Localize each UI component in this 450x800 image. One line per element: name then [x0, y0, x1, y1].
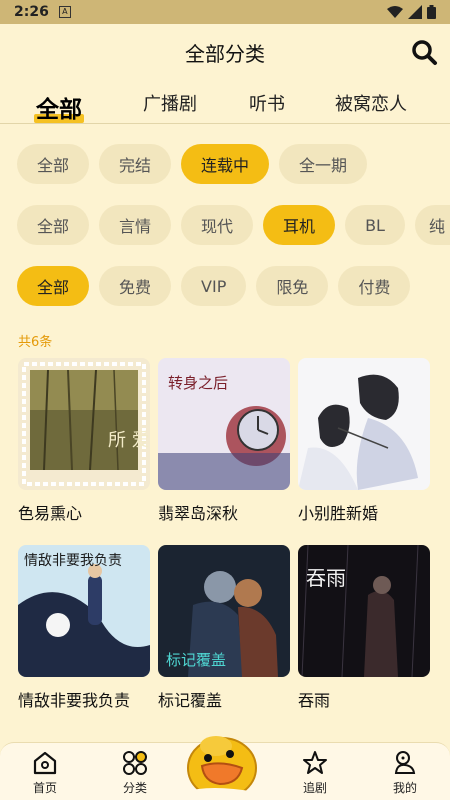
status-time: 2:26 [14, 4, 49, 20]
signal-icon [408, 5, 422, 19]
nav-home[interactable]: 首页 [15, 749, 75, 796]
result-count: 共6条 [18, 335, 53, 350]
nav-profile-label: 我的 [392, 781, 417, 795]
filter-status-single[interactable]: 全一期 [279, 144, 368, 184]
tab-radio-drama[interactable]: 广播剧 [143, 90, 197, 116]
filter-price-free[interactable]: 免费 [99, 266, 172, 306]
filter-genre-romance[interactable]: 言情 [99, 205, 172, 245]
battery-icon [427, 5, 436, 19]
wifi-icon [387, 6, 403, 18]
page-title: 全部分类 [185, 41, 265, 66]
work-cover[interactable]: 吞雨 [298, 545, 430, 677]
work-card[interactable]: 情敌非要我负责 情敌非要我负责 [18, 545, 150, 711]
work-title: 色易熏心 [18, 504, 83, 523]
status-filter-row: 全部 完结 连载中 全一期 [17, 144, 368, 186]
cover-title-text: 吞雨 [306, 566, 346, 590]
work-card[interactable]: 所 爱 色易熏心 [18, 358, 150, 524]
filter-genre-headphone[interactable]: 耳机 [263, 205, 336, 245]
category-tabs: 全部 广播剧 听书 被窝恋人 [0, 84, 450, 124]
filter-genre-modern[interactable]: 现代 [181, 205, 254, 245]
cover-title-text: 情敌非要我负责 [24, 553, 122, 569]
work-title: 翡翠岛深秋 [158, 504, 239, 523]
work-cover[interactable]: 所 爱 [18, 358, 150, 490]
genre-filter-row: 全部 言情 现代 耳机 BL 纯 [17, 205, 450, 247]
filter-status-ongoing[interactable]: 连载中 [181, 144, 270, 184]
cover-title-text: 转身之后 [168, 374, 228, 392]
filter-price-limited-free[interactable]: 限免 [256, 266, 329, 306]
page-header: 全部分类 [0, 24, 450, 80]
work-card[interactable]: 转身之后 翡翠岛深秋 [158, 358, 290, 524]
cover-title-text: 标记覆盖 [166, 651, 226, 669]
status-bar: 2:26 A [0, 0, 450, 24]
work-card[interactable]: 吞雨 吞雨 [298, 545, 430, 711]
tab-bedtime-lover[interactable]: 被窝恋人 [335, 90, 407, 116]
nav-following[interactable]: 追剧 [285, 749, 345, 796]
tab-audiobook[interactable]: 听书 [249, 90, 285, 116]
nav-home-label: 首页 [32, 781, 57, 795]
search-icon[interactable] [410, 38, 438, 66]
profile-icon [394, 751, 416, 774]
work-card[interactable]: 标记覆盖 标记覆盖 [158, 545, 290, 711]
cover-title-text: 所 爱 [108, 430, 150, 451]
work-cover[interactable]: 情敌非要我负责 [18, 545, 150, 677]
filter-genre-pure[interactable]: 纯 [414, 205, 450, 245]
nav-profile[interactable]: 我的 [375, 749, 435, 796]
filter-genre-all[interactable]: 全部 [17, 205, 90, 245]
work-title: 小别胜新婚 [298, 504, 379, 523]
filter-price-vip[interactable]: VIP [181, 266, 247, 306]
tab-label: 全部 [36, 97, 82, 123]
nav-following-label: 追剧 [302, 781, 327, 795]
work-card[interactable]: 小别胜新婚 [298, 358, 430, 524]
work-cover[interactable]: 标记覆盖 [158, 545, 290, 677]
price-filter-row: 全部 免费 VIP 限免 付费 [17, 266, 411, 308]
star-icon [303, 751, 327, 774]
filter-genre-bl[interactable]: BL [345, 205, 405, 245]
filter-price-paid[interactable]: 付费 [338, 266, 411, 306]
filter-status-all[interactable]: 全部 [17, 144, 90, 184]
work-title: 吞雨 [298, 691, 331, 710]
duck-mascot-icon[interactable] [180, 722, 260, 800]
home-icon [33, 751, 57, 775]
category-icon [123, 751, 147, 775]
notification-icon: A [58, 6, 71, 18]
work-cover[interactable]: 转身之后 [158, 358, 290, 490]
tab-all[interactable]: 全部 [34, 90, 84, 124]
work-cover[interactable] [298, 358, 430, 490]
filter-price-all[interactable]: 全部 [17, 266, 90, 306]
work-title: 标记覆盖 [158, 691, 223, 710]
nav-category-label: 分类 [122, 781, 147, 795]
nav-category[interactable]: 分类 [105, 749, 165, 796]
filter-status-finished[interactable]: 完结 [99, 144, 172, 184]
work-title: 情敌非要我负责 [18, 691, 131, 710]
